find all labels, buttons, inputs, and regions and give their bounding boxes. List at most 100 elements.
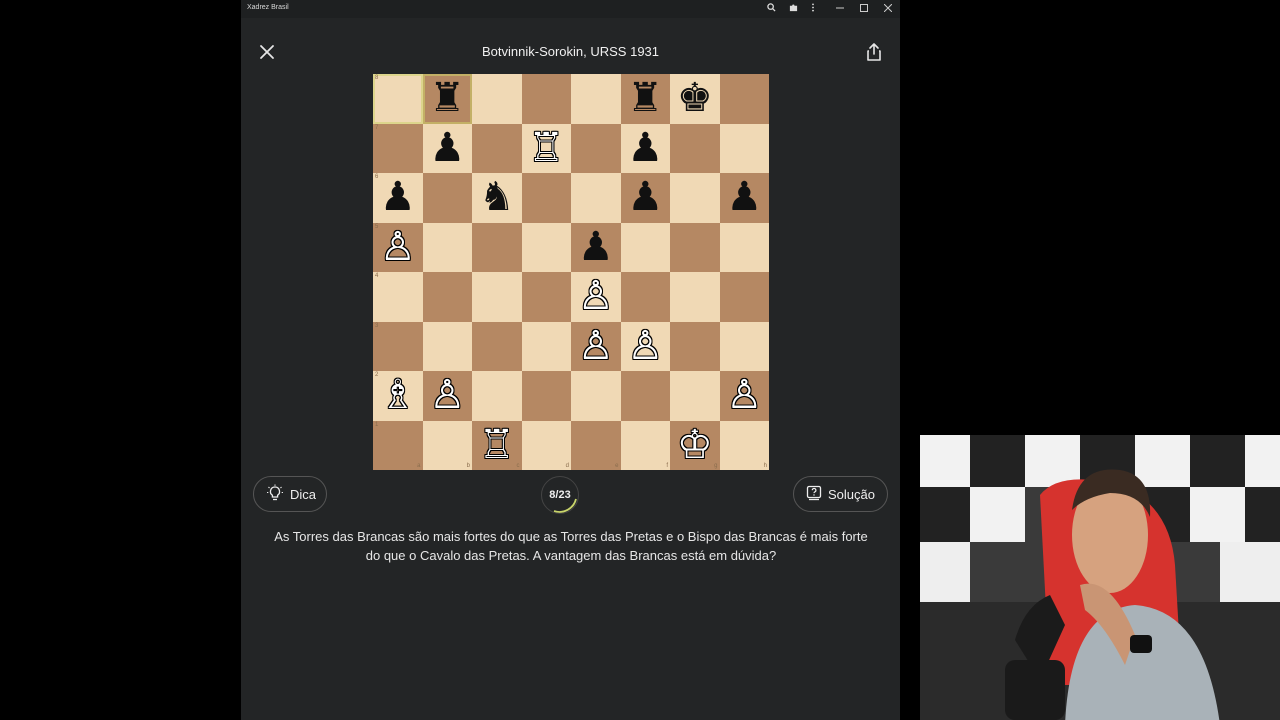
puzzle-counter: 8/23: [541, 476, 579, 514]
square-f3[interactable]: ♙: [620, 321, 671, 372]
black-king-piece[interactable]: ♚: [670, 74, 720, 124]
solution-button[interactable]: Solução: [793, 476, 888, 512]
square-h3[interactable]: [719, 321, 769, 371]
square-d1[interactable]: d: [521, 420, 571, 470]
square-c6[interactable]: ♞: [472, 173, 522, 223]
square-h4[interactable]: [719, 272, 769, 322]
window-close-icon[interactable]: [881, 2, 895, 16]
kebab-menu-icon[interactable]: [806, 2, 820, 16]
puzzle-icon[interactable]: [786, 2, 800, 16]
white-rook-piece[interactable]: ♖: [522, 124, 572, 174]
square-f2[interactable]: [620, 371, 670, 421]
white-pawn-piece[interactable]: ♙: [571, 272, 621, 322]
square-h2[interactable]: ♙: [719, 371, 770, 421]
minimize-icon[interactable]: [833, 2, 847, 16]
square-b4[interactable]: [422, 272, 472, 322]
white-pawn-piece[interactable]: ♙: [373, 223, 423, 273]
square-a6[interactable]: 6 ♟: [373, 173, 423, 223]
square-c3[interactable]: [472, 321, 522, 371]
square-c8[interactable]: [472, 74, 522, 124]
black-pawn-piece[interactable]: ♟: [720, 173, 770, 223]
hint-button[interactable]: Dica: [253, 476, 327, 512]
square-c4[interactable]: [472, 272, 522, 322]
square-e6[interactable]: [571, 173, 621, 223]
square-b5[interactable]: [422, 222, 472, 272]
square-e3[interactable]: ♙: [571, 321, 621, 372]
square-d8[interactable]: [521, 74, 571, 124]
square-b8[interactable]: ♜: [422, 74, 473, 124]
square-a8[interactable]: 8: [373, 74, 423, 124]
square-g4[interactable]: [670, 272, 720, 322]
square-f4[interactable]: [620, 272, 670, 322]
rank-label: 4: [375, 273, 379, 279]
square-d2[interactable]: [521, 371, 571, 421]
white-pawn-piece[interactable]: ♙: [571, 322, 621, 372]
square-b3[interactable]: [422, 321, 472, 371]
black-knight-piece[interactable]: ♞: [472, 173, 522, 223]
file-label: b: [466, 463, 470, 469]
chess-board[interactable]: 8 ♜ ♜ ♚ 7 ♟ ♖ ♟ 6 ♟ ♞ ♟ ♟ 5 ♙ ♟ 4 ♙ 3 ♙ ♙ 2 ♗ ♙ ♙ 1 a b c ♖ d e f g ♔ h: [373, 74, 769, 470]
white-rook-piece[interactable]: ♖: [472, 421, 522, 471]
square-e8[interactable]: [571, 74, 621, 124]
square-e7[interactable]: [571, 123, 621, 173]
square-f1[interactable]: f: [620, 420, 670, 470]
square-c2[interactable]: [472, 371, 522, 421]
white-pawn-piece[interactable]: ♙: [423, 371, 473, 421]
square-g7[interactable]: [670, 123, 720, 173]
square-e5[interactable]: ♟: [571, 222, 621, 273]
maximize-icon[interactable]: [857, 2, 871, 16]
square-g5[interactable]: [670, 222, 720, 272]
square-g1[interactable]: g ♔: [670, 420, 720, 471]
square-c1[interactable]: c ♖: [472, 420, 522, 471]
square-a2[interactable]: 2 ♗: [373, 371, 423, 421]
square-a5[interactable]: 5 ♙: [373, 222, 423, 273]
magnifier-icon[interactable]: [764, 2, 778, 16]
white-pawn-piece[interactable]: ♙: [720, 371, 770, 421]
square-d4[interactable]: [521, 272, 571, 322]
square-e2[interactable]: [571, 371, 621, 421]
black-pawn-piece[interactable]: ♟: [571, 223, 621, 273]
white-bishop-piece[interactable]: ♗: [373, 371, 423, 421]
square-c7[interactable]: [472, 123, 522, 173]
white-pawn-piece[interactable]: ♙: [621, 322, 671, 372]
white-king-piece[interactable]: ♔: [670, 421, 720, 471]
square-e1[interactable]: e: [571, 420, 621, 470]
square-f7[interactable]: ♟: [620, 123, 671, 174]
square-h7[interactable]: [719, 123, 769, 173]
square-g8[interactable]: ♚: [670, 74, 720, 124]
square-h8[interactable]: [719, 74, 769, 124]
square-h1[interactable]: h: [719, 420, 769, 470]
square-d3[interactable]: [521, 321, 571, 371]
square-d5[interactable]: [521, 222, 571, 272]
square-g6[interactable]: [670, 173, 720, 223]
square-f6[interactable]: ♟: [620, 173, 671, 223]
square-g2[interactable]: [670, 371, 720, 421]
square-f8[interactable]: ♜: [620, 74, 671, 124]
file-label: h: [763, 463, 767, 469]
square-b2[interactable]: ♙: [422, 371, 473, 421]
file-label: a: [417, 463, 421, 469]
square-b1[interactable]: b: [422, 420, 472, 470]
square-d6[interactable]: [521, 173, 571, 223]
square-a7[interactable]: 7: [373, 123, 423, 173]
square-g3[interactable]: [670, 321, 720, 371]
black-pawn-piece[interactable]: ♟: [621, 173, 671, 223]
square-a1[interactable]: 1a: [373, 420, 423, 470]
rank-label: 7: [375, 124, 379, 131]
square-b7[interactable]: ♟: [422, 123, 473, 174]
square-a4[interactable]: 4: [373, 272, 423, 322]
square-h5[interactable]: [719, 222, 769, 272]
black-pawn-piece[interactable]: ♟: [373, 173, 423, 223]
black-pawn-piece[interactable]: ♟: [621, 124, 671, 174]
black-rook-piece[interactable]: ♜: [423, 74, 473, 124]
square-a3[interactable]: 3: [373, 321, 423, 371]
square-c5[interactable]: [472, 222, 522, 272]
black-rook-piece[interactable]: ♜: [621, 74, 671, 124]
square-f5[interactable]: [620, 222, 670, 272]
square-d7[interactable]: ♖: [521, 123, 572, 174]
square-h6[interactable]: ♟: [719, 173, 770, 223]
share-icon[interactable]: [864, 42, 884, 62]
square-e4[interactable]: ♙: [571, 272, 621, 322]
black-pawn-piece[interactable]: ♟: [423, 124, 473, 174]
square-b6[interactable]: [422, 173, 472, 223]
